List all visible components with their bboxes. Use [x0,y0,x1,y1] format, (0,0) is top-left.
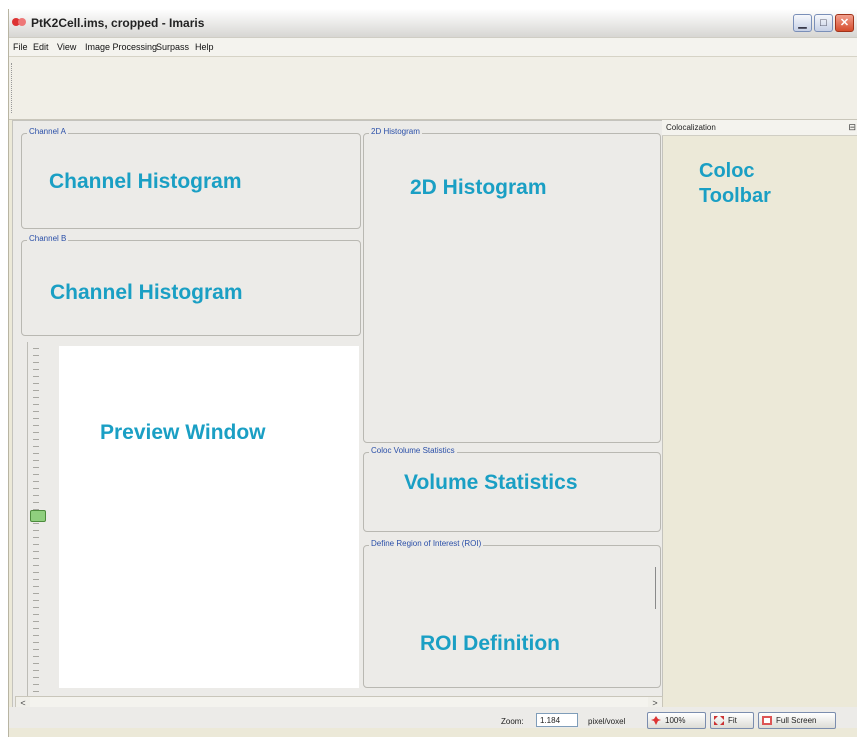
menu-image-processing[interactable]: Image Processing [85,42,157,52]
menu-bar: File Edit View Image Processing Surpass … [9,38,857,57]
minimize-button[interactable]: ▁ [793,14,812,32]
volume-statistics-legend: Coloc Volume Statistics [369,446,457,455]
zoom-label: Zoom: [501,717,524,726]
channel-a-legend: Channel A [27,127,68,136]
zoom-fit-button[interactable]: Fit [710,712,754,729]
roi-separator [655,567,656,609]
imaris-window: PtK2Cell.ims, cropped - Imaris ▁ □ ✕ Fil… [8,9,857,737]
fit-icon [714,716,724,725]
title-bar[interactable]: PtK2Cell.ims, cropped - Imaris ▁ □ ✕ [9,9,857,38]
preview-window-label: Preview Window [100,421,266,444]
channel-b-panel: Channel B Channel Histogram [21,234,361,336]
preview-window[interactable]: Preview Window [59,346,359,688]
imaris-logo-icon [12,18,26,26]
full-screen-button[interactable]: Full Screen [758,712,836,729]
full-screen-icon [762,716,772,725]
status-bar: Zoom: 1.184 pixel/voxel 100% Fit Full Sc… [9,707,857,729]
full-screen-label: Full Screen [776,716,817,725]
menu-file[interactable]: File [13,42,28,52]
maximize-button[interactable]: □ [814,14,833,32]
menu-view[interactable]: View [57,42,76,52]
zoom-unit: pixel/voxel [588,717,626,726]
menu-edit[interactable]: Edit [33,42,49,52]
channel-b-legend: Channel B [27,234,69,243]
roi-legend: Define Region of Interest (ROI) [369,539,484,548]
volume-statistics-label: Volume Statistics [404,471,578,494]
roi-panel: Define Region of Interest (ROI) ROI Defi… [363,539,661,688]
coloc-dock-header[interactable]: Colocalization ⊟ [662,120,857,136]
main-toolbar [9,57,857,120]
window-title: PtK2Cell.ims, cropped - Imaris [31,16,205,30]
volume-statistics-panel: Coloc Volume Statistics Volume Statistic… [363,446,661,532]
slider-handle[interactable] [30,510,46,522]
menu-surpass[interactable]: Surpass [156,42,189,52]
channel-b-histogram-label: Channel Histogram [50,281,243,304]
channel-a-panel: Channel A Channel Histogram [21,127,361,229]
histogram-2d-label: 2D Histogram [410,176,547,199]
histogram-2d-panel: 2D Histogram 2D Histogram [363,127,661,443]
zoom-100-label: 100% [665,716,686,725]
roi-definition-label: ROI Definition [420,632,560,655]
coloc-toolbar-line1: Coloc [699,160,755,182]
zoom-input[interactable]: 1.184 [536,713,578,727]
zoom-fit-label: Fit [728,716,737,725]
coloc-dock-title: Colocalization [666,123,716,132]
dock-pin-icon[interactable]: ⊟ [848,122,856,133]
close-button[interactable]: ✕ [835,14,854,32]
zoom-100-icon [651,716,661,725]
zoom-100-button[interactable]: 100% [647,712,706,729]
menu-help[interactable]: Help [195,42,214,52]
channel-a-histogram-label: Channel Histogram [49,170,242,193]
coloc-toolbar-line2: Toolbar [699,185,771,207]
histogram-2d-legend: 2D Histogram [369,127,422,136]
slider-track-line [27,342,28,699]
toolbar-grip[interactable] [11,63,14,113]
slice-slider[interactable] [23,342,47,699]
